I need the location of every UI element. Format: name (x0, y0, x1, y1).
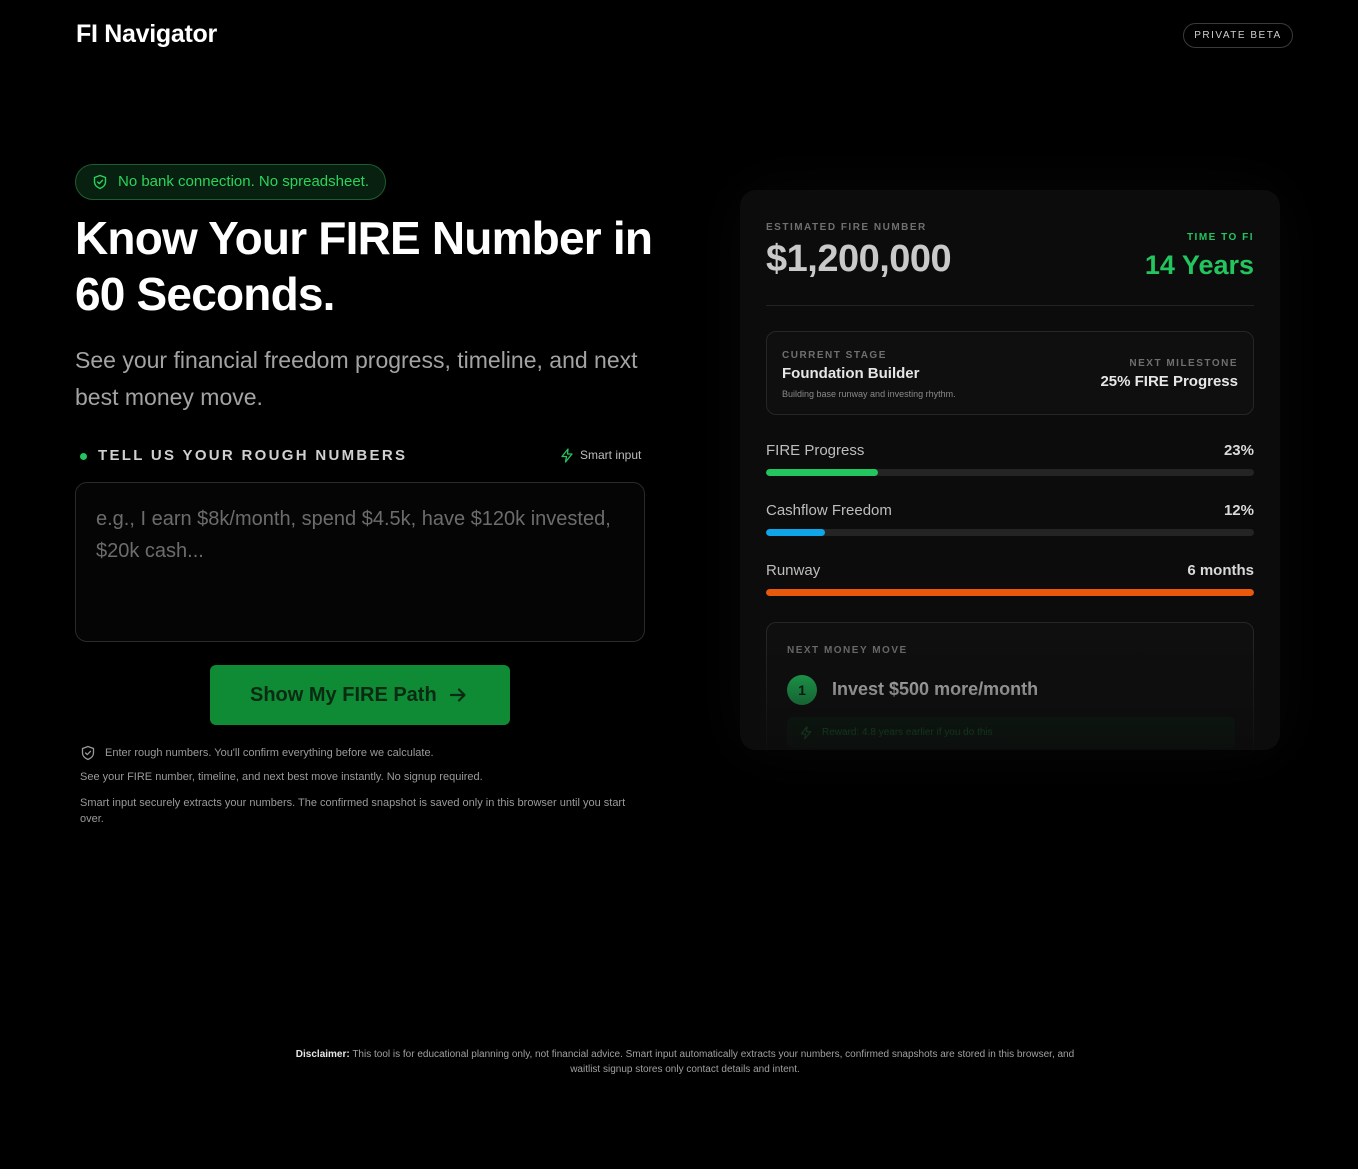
trust-badge: No bank connection. No spreadsheet. (75, 164, 386, 200)
step-number: 1 (787, 675, 817, 705)
smart-input-label: Smart input (580, 448, 642, 462)
fire-number-value: $1,200,000 (766, 238, 952, 280)
metric-name: Runway (766, 562, 821, 579)
divider (766, 305, 1254, 306)
hero-title: Know Your FIRE Number in 60 Seconds. (75, 212, 653, 320)
numbers-input[interactable] (75, 482, 645, 642)
shield-check-icon (81, 745, 95, 761)
fire-preview-card: ESTIMATED FIRE NUMBER $1,200,000 TIME TO… (740, 190, 1280, 750)
shield-check-icon (93, 174, 107, 190)
current-stage-title: Foundation Builder (782, 365, 920, 382)
current-stage-desc: Building base runway and investing rhyth… (782, 389, 956, 399)
status-dot (80, 453, 87, 460)
lightning-icon (561, 448, 573, 463)
reward-text: Reward: 4.8 years earlier if you do this (822, 727, 993, 738)
show-fire-path-button[interactable]: Show My FIRE Path (210, 665, 510, 725)
cta-label: Show My FIRE Path (250, 684, 437, 706)
next-money-move-label: NEXT MONEY MOVE (787, 645, 908, 656)
next-milestone-label: NEXT MILESTONE (1129, 358, 1238, 369)
disclaimer: Disclaimer: This tool is for educational… (290, 1047, 1080, 1077)
reward-banner: Reward: 4.8 years earlier if you do this (787, 717, 1235, 749)
metric-value: 12% (1223, 502, 1254, 519)
next-milestone-value: 25% FIRE Progress (1100, 373, 1238, 390)
metric-value: 23% (1223, 442, 1254, 459)
next-money-move-title: Invest $500 more/month (832, 679, 1039, 699)
next-money-move-panel: NEXT MONEY MOVE 1 Invest $500 more/month… (766, 622, 1254, 750)
progress-fill (766, 589, 1254, 596)
fire-number-label: ESTIMATED FIRE NUMBER (766, 222, 927, 233)
disclaimer-label: Disclaimer: (295, 1049, 350, 1060)
current-stage-label: CURRENT STAGE (782, 350, 887, 361)
privacy-note: Smart input securely extracts your numbe… (80, 797, 626, 825)
arrow-right-icon (449, 688, 466, 702)
site-header: FI Navigator PRIVATE BETA (0, 0, 1358, 74)
stage-panel: CURRENT STAGE Foundation Builder Buildin… (766, 331, 1254, 415)
metric-name: FIRE Progress (766, 442, 865, 459)
progress-track (766, 469, 1254, 476)
progress-track (766, 589, 1254, 596)
disclaimer-text: This tool is for educational planning on… (352, 1049, 1075, 1075)
progress-track (766, 529, 1254, 536)
trust-badge-label: No bank connection. No spreadsheet. (118, 173, 369, 190)
time-to-fi-label: TIME TO FI (1186, 232, 1254, 243)
lightning-icon (800, 726, 812, 740)
input-section-label: TELL US YOUR ROUGH NUMBERS (80, 447, 407, 464)
logo[interactable]: FI Navigator (76, 20, 217, 49)
time-to-fi-value: 14 Years (1144, 250, 1254, 280)
confirm-note: Enter rough numbers. You'll confirm ever… (80, 745, 434, 761)
progress-fill (766, 469, 879, 476)
hero-subtitle: See your financial freedom progress, tim… (75, 347, 638, 410)
metric-value: 6 months (1187, 562, 1254, 579)
smart-input-indicator: Smart input (560, 448, 642, 463)
progress-fill (766, 529, 825, 536)
metric-name: Cashflow Freedom (766, 502, 892, 519)
instant-note: See your FIRE number, timeline, and next… (80, 771, 483, 783)
private-beta-badge: PRIVATE BETA (1183, 23, 1293, 48)
